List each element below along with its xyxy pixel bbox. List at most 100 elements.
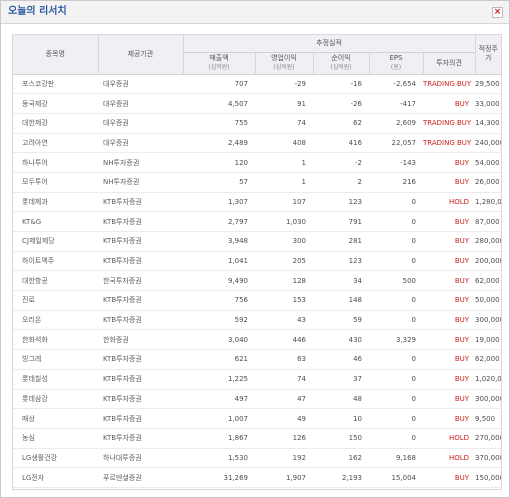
net-profit-value: 150 [313, 428, 369, 449]
table-row[interactable]: 오리온 KTB투자증권 592 43 59 0 BUY 300,000 [13, 310, 501, 331]
op-profit-value: 74 [255, 113, 313, 134]
table-row[interactable]: 동국제강 대우증권 4,507 91 -26 -417 BUY 33,000 [13, 93, 501, 114]
opinion-badge: BUY [423, 93, 476, 114]
sales-value: 707 [183, 74, 255, 95]
sales-value: 1,041 [183, 251, 255, 272]
op-profit-value: 49 [255, 408, 313, 429]
stock-name[interactable]: 모두투어 [13, 172, 98, 193]
stock-name[interactable]: 고려아연 [13, 133, 98, 154]
eps-value: -417 [369, 93, 423, 114]
table-row[interactable]: 고려아연 대우증권 2,489 408 416 22,057 TRADING B… [13, 133, 501, 154]
stock-name[interactable]: 롯데칠성 [13, 369, 98, 390]
eps-value: 0 [369, 428, 423, 449]
table-row[interactable]: LG전자 푸르덴셜증권 31,269 1,907 2,193 15,004 BU… [13, 467, 501, 488]
header-sales-label: 매출액 [209, 54, 229, 62]
stock-name[interactable]: 포스코강판 [13, 74, 98, 95]
table-row[interactable]: 롯데칠성 KTB투자증권 1,225 74 37 0 BUY 1,020,000 [13, 369, 501, 390]
opinion-badge: BUY [423, 152, 476, 173]
stock-name[interactable]: 진로 [13, 290, 98, 311]
opinion-badge: HOLD [423, 448, 476, 469]
table-row[interactable]: 진로 KTB투자증권 756 153 148 0 BUY 50,000 [13, 290, 501, 311]
provider: KTB투자증권 [98, 211, 183, 232]
table-row[interactable]: 하이트맥주 KTB투자증권 1,041 205 123 0 BUY 200,00… [13, 251, 501, 272]
table-row[interactable]: 모두투어 NH투자증권 57 1 2 216 BUY 26,000 [13, 172, 501, 193]
table-row[interactable]: KT&G KTB투자증권 2,797 1,030 791 0 BUY 87,00… [13, 211, 501, 232]
stock-name[interactable]: CJ제일제당 [13, 231, 98, 252]
stock-name[interactable]: 매상 [13, 408, 98, 429]
table-row[interactable]: CJ제일제당 KTB투자증권 3,948 300 281 0 BUY 280,0… [13, 231, 501, 252]
sales-value: 1,225 [183, 369, 255, 390]
stock-name[interactable]: 농심 [13, 428, 98, 449]
provider: 대우증권 [98, 93, 183, 114]
header-stock: 종목명 [13, 35, 98, 75]
stock-name[interactable]: 하나투어 [13, 152, 98, 173]
net-profit-value: 48 [313, 389, 369, 410]
target-price: 1,020,000 [475, 369, 501, 390]
table-row[interactable]: 하나투어 NH투자증권 120 1 -2 -143 BUY 54,000 [13, 152, 501, 173]
table-row[interactable]: LG생활건강 하나대투증권 1,530 192 162 9,168 HOLD 3… [13, 448, 501, 469]
stock-name[interactable]: 롯데제과 [13, 192, 98, 213]
op-profit-value: 1 [255, 152, 313, 173]
stock-name[interactable]: 하이트맥주 [13, 251, 98, 272]
header-net-label: 순이익 [331, 54, 351, 62]
table-row[interactable]: 한화석화 한화증권 3,040 446 430 3,329 BUY 19,000 [13, 329, 501, 351]
net-profit-value: 62 [313, 113, 369, 134]
op-profit-value: 128 [255, 270, 313, 292]
provider: 푸르덴셜증권 [98, 467, 183, 488]
table-row[interactable]: 롯데제과 KTB투자증권 1,307 107 123 0 HOLD 1,280,… [13, 192, 501, 213]
header-target: 적정주가 [474, 35, 501, 75]
op-profit-value: 408 [255, 133, 313, 154]
stock-name[interactable]: 빙그레 [13, 349, 98, 370]
net-profit-value: 34 [313, 270, 369, 292]
provider: 하나대투증권 [98, 448, 183, 469]
sales-value: 2,797 [183, 211, 255, 232]
table-row[interactable]: 농심 KTB투자증권 1,867 126 150 0 HOLD 270,000 [13, 428, 501, 449]
stock-name[interactable]: 대한항공 [13, 270, 98, 292]
opinion-badge: HOLD [423, 428, 476, 449]
net-profit-value: 2,193 [313, 467, 369, 488]
stock-name[interactable]: 동국제강 [13, 93, 98, 114]
stock-name[interactable]: 롯데삼강 [13, 389, 98, 410]
provider: KTB투자증권 [98, 369, 183, 390]
net-profit-value: 37 [313, 369, 369, 390]
eps-value: -143 [369, 152, 423, 173]
target-price: 87,000 [475, 211, 501, 232]
opinion-badge: BUY [423, 329, 476, 351]
op-profit-value: 192 [255, 448, 313, 469]
stock-name[interactable]: LG생활건강 [13, 448, 98, 469]
header-eps: EPS (원) [368, 52, 423, 75]
target-price: 62,000 [475, 349, 501, 370]
table-row[interactable]: 매상 KTB투자증권 1,007 49 10 0 BUY 9,500 [13, 408, 501, 429]
table-row[interactable]: 롯데삼강 KTB투자증권 497 47 48 0 BUY 300,000 [13, 389, 501, 410]
op-profit-value: -29 [255, 74, 313, 95]
sales-value: 621 [183, 349, 255, 370]
sales-value: 4,507 [183, 93, 255, 114]
stock-name[interactable]: 오리온 [13, 310, 98, 331]
opinion-badge: BUY [423, 310, 476, 331]
sales-value: 9,490 [183, 270, 255, 292]
stock-name[interactable]: LG전자 [13, 467, 98, 488]
stock-name[interactable]: 한화석화 [13, 329, 98, 351]
provider: KTB투자증권 [98, 231, 183, 252]
eps-value: 0 [369, 192, 423, 213]
stock-name[interactable]: 대한제강 [13, 113, 98, 134]
net-profit-value: -26 [313, 93, 369, 114]
provider: 한국투자증권 [98, 270, 183, 292]
eps-value: 0 [369, 290, 423, 311]
target-price: 9,500 [475, 408, 501, 429]
opinion-badge: BUY [423, 172, 476, 193]
header-eps-unit: (원) [390, 64, 402, 71]
close-icon[interactable]: × [492, 7, 503, 18]
op-profit-value: 126 [255, 428, 313, 449]
table-row[interactable]: 포스코강판 대우증권 707 -29 -16 -2,654 TRADING BU… [13, 74, 501, 95]
provider: 대우증권 [98, 113, 183, 134]
opinion-badge: BUY [423, 270, 476, 292]
opinion-badge: BUY [423, 408, 476, 429]
eps-value: 15,004 [369, 467, 423, 488]
table-row[interactable]: 대한항공 한국투자증권 9,490 128 34 500 BUY 62,000 [13, 270, 501, 292]
target-price: 50,000 [475, 290, 501, 311]
opinion-badge: BUY [423, 467, 476, 488]
table-row[interactable]: 빙그레 KTB투자증권 621 63 46 0 BUY 62,000 [13, 349, 501, 370]
stock-name[interactable]: KT&G [13, 211, 98, 232]
table-row[interactable]: 대한제강 대우증권 755 74 62 2,609 TRADING BUY 14… [13, 113, 501, 134]
